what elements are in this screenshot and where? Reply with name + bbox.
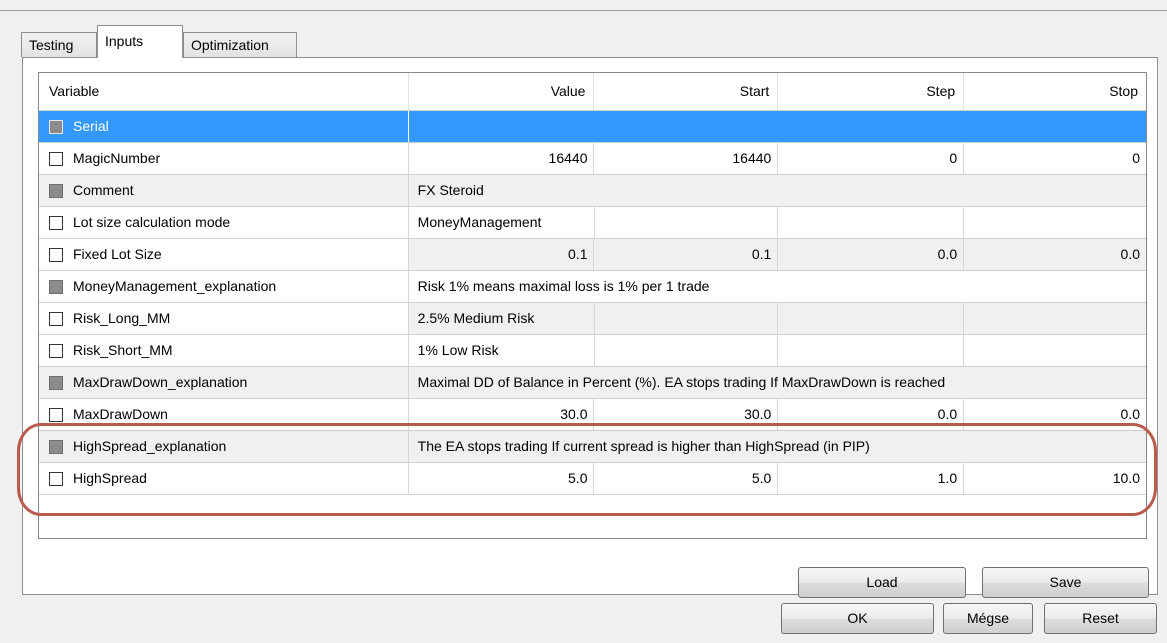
variable-name: MaxDrawDown_explanation	[73, 374, 248, 390]
column-header-start[interactable]: Start	[594, 73, 779, 110]
optimize-checkbox	[49, 183, 63, 198]
value-cell[interactable]: Maximal DD of Balance in Percent (%). EA…	[408, 367, 1146, 398]
variable-name: MaxDrawDown	[73, 406, 168, 422]
optimize-checkbox[interactable]	[49, 151, 63, 166]
start-cell[interactable]: 5.0	[594, 463, 779, 494]
table-row[interactable]: HighSpread_explanation The EA stops trad…	[39, 431, 1146, 463]
table-row[interactable]: Risk_Long_MM 2.5% Medium Risk	[39, 303, 1146, 335]
variable-cell[interactable]: Risk_Short_MM	[39, 335, 409, 366]
variable-name: Risk_Short_MM	[73, 342, 173, 358]
table-row[interactable]: Risk_Short_MM 1% Low Risk	[39, 335, 1146, 367]
variable-name: Risk_Long_MM	[73, 310, 171, 326]
step-cell[interactable]	[778, 303, 965, 334]
variable-name: Lot size calculation mode	[73, 214, 231, 230]
variable-cell[interactable]: Comment	[39, 175, 409, 206]
value-cell[interactable]: 5.0	[409, 463, 595, 494]
variable-name: MoneyManagement_explanation	[73, 278, 277, 294]
table-row[interactable]: Lot size calculation mode MoneyManagemen…	[39, 207, 1146, 239]
stop-cell[interactable]	[964, 303, 1146, 334]
inputs-grid[interactable]: Variable Value Start Step Stop Serial Ma…	[38, 72, 1147, 539]
value-cell[interactable]: Risk 1% means maximal loss is 1% per 1 t…	[409, 271, 1146, 302]
ok-button[interactable]: OK	[781, 603, 934, 634]
variable-cell[interactable]: MaxDrawDown	[39, 399, 409, 430]
optimize-checkbox	[49, 279, 63, 294]
cancel-button[interactable]: Mégse	[943, 603, 1033, 634]
value-cell[interactable]: 16440	[409, 143, 595, 174]
start-cell[interactable]	[594, 303, 779, 334]
save-button[interactable]: Save	[982, 567, 1149, 598]
optimize-checkbox[interactable]	[49, 343, 63, 358]
stop-cell[interactable]: 0.0	[964, 399, 1146, 430]
table-row[interactable]: Comment FX Steroid	[39, 175, 1146, 207]
value-cell[interactable]: 2.5% Medium Risk	[408, 303, 595, 334]
tab-testing[interactable]: Testing	[21, 32, 97, 57]
value-cell[interactable]	[409, 111, 1146, 142]
variable-cell[interactable]: MaxDrawDown_explanation	[39, 367, 409, 398]
optimize-checkbox[interactable]	[49, 247, 63, 262]
grid-header: Variable Value Start Step Stop	[39, 73, 1146, 111]
column-header-step[interactable]: Step	[778, 73, 965, 110]
optimize-checkbox[interactable]	[49, 407, 63, 422]
column-header-value[interactable]: Value	[409, 73, 595, 110]
variable-name: HighSpread_explanation	[73, 438, 227, 454]
table-row[interactable]: MaxDrawDown 30.0 30.0 0.0 0.0	[39, 399, 1146, 431]
reset-button[interactable]: Reset	[1044, 603, 1157, 634]
tab-optimization[interactable]: Optimization	[183, 32, 297, 57]
start-cell[interactable]	[595, 335, 779, 366]
step-cell[interactable]: 1.0	[778, 463, 965, 494]
step-cell[interactable]: 0	[778, 143, 965, 174]
column-header-variable[interactable]: Variable	[39, 73, 409, 110]
variable-name: Serial	[73, 118, 109, 134]
optimize-checkbox[interactable]	[49, 119, 63, 134]
stop-cell[interactable]: 10.0	[964, 463, 1146, 494]
step-cell[interactable]	[778, 207, 965, 238]
value-cell[interactable]: 0.1	[408, 239, 595, 270]
top-border	[0, 10, 1167, 11]
step-cell[interactable]: 0.0	[778, 399, 965, 430]
table-row[interactable]: MagicNumber 16440 16440 0 0	[39, 143, 1146, 175]
start-cell[interactable]: 0.1	[594, 239, 779, 270]
variable-name: MagicNumber	[73, 150, 161, 166]
optimize-checkbox[interactable]	[49, 215, 63, 230]
value-cell[interactable]: MoneyManagement	[409, 207, 595, 238]
value-cell[interactable]: 1% Low Risk	[409, 335, 595, 366]
variable-cell[interactable]: Serial	[39, 111, 409, 142]
table-row[interactable]: MaxDrawDown_explanation Maximal DD of Ba…	[39, 367, 1146, 399]
step-cell[interactable]: 0.0	[778, 239, 965, 270]
start-cell[interactable]	[594, 207, 779, 238]
variable-cell[interactable]: HighSpread	[39, 463, 409, 494]
variable-name: Comment	[73, 182, 134, 198]
variable-name: HighSpread	[73, 470, 147, 486]
optimize-checkbox[interactable]	[49, 311, 63, 326]
stop-cell[interactable]	[964, 335, 1146, 366]
variable-cell[interactable]: Lot size calculation mode	[39, 207, 409, 238]
value-cell[interactable]: The EA stops trading If current spread i…	[408, 431, 1146, 462]
stop-cell[interactable]: 0	[964, 143, 1146, 174]
start-cell[interactable]: 16440	[594, 143, 779, 174]
variable-name: Fixed Lot Size	[73, 246, 162, 262]
table-row[interactable]: Fixed Lot Size 0.1 0.1 0.0 0.0	[39, 239, 1146, 271]
variable-cell[interactable]: Fixed Lot Size	[39, 239, 409, 270]
variable-cell[interactable]: MoneyManagement_explanation	[39, 271, 409, 302]
stop-cell[interactable]: 0.0	[964, 239, 1146, 270]
optimize-checkbox	[49, 375, 63, 390]
value-cell[interactable]: 30.0	[409, 399, 595, 430]
table-row[interactable]: MoneyManagement_explanation Risk 1% mean…	[39, 271, 1146, 303]
variable-cell[interactable]: MagicNumber	[39, 143, 409, 174]
start-cell[interactable]: 30.0	[594, 399, 779, 430]
tab-inputs[interactable]: Inputs	[97, 25, 183, 58]
table-row[interactable]: HighSpread 5.0 5.0 1.0 10.0	[39, 463, 1146, 495]
variable-cell[interactable]: HighSpread_explanation	[39, 431, 409, 462]
stop-cell[interactable]	[964, 207, 1146, 238]
load-button[interactable]: Load	[798, 567, 966, 598]
optimize-checkbox[interactable]	[49, 471, 63, 486]
variable-cell[interactable]: Risk_Long_MM	[39, 303, 409, 334]
table-row[interactable]: Serial	[39, 111, 1146, 143]
value-cell[interactable]: FX Steroid	[408, 175, 1146, 206]
inputs-tab-page: Variable Value Start Step Stop Serial Ma…	[22, 57, 1158, 598]
step-cell[interactable]	[778, 335, 965, 366]
optimize-checkbox	[49, 439, 63, 454]
column-header-stop[interactable]: Stop	[964, 73, 1146, 110]
